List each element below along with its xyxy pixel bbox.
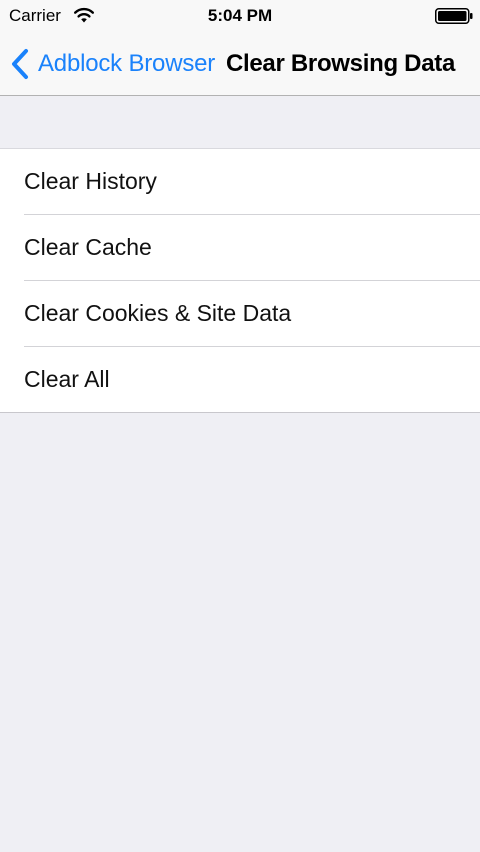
clear-history-item[interactable]: Clear History <box>0 149 480 214</box>
back-button-label: Adblock Browser <box>38 50 216 77</box>
chevron-left-icon <box>10 48 32 80</box>
clear-cookies-site-data-item[interactable]: Clear Cookies & Site Data <box>0 280 480 346</box>
navigation-bar: Adblock Browser Clear Browsing Data <box>0 32 480 96</box>
battery-icon <box>435 8 473 24</box>
clear-options-list: Clear History Clear Cache Clear Cookies … <box>0 148 480 413</box>
status-bar: Carrier 5:04 PM <box>0 0 480 32</box>
back-button[interactable]: Adblock Browser <box>10 46 215 82</box>
page-title: Clear Browsing Data <box>225 50 455 77</box>
clock-label: 5:04 PM <box>207 6 273 25</box>
clear-cache-item[interactable]: Clear Cache <box>0 214 480 280</box>
clear-all-item[interactable]: Clear All <box>0 346 480 412</box>
